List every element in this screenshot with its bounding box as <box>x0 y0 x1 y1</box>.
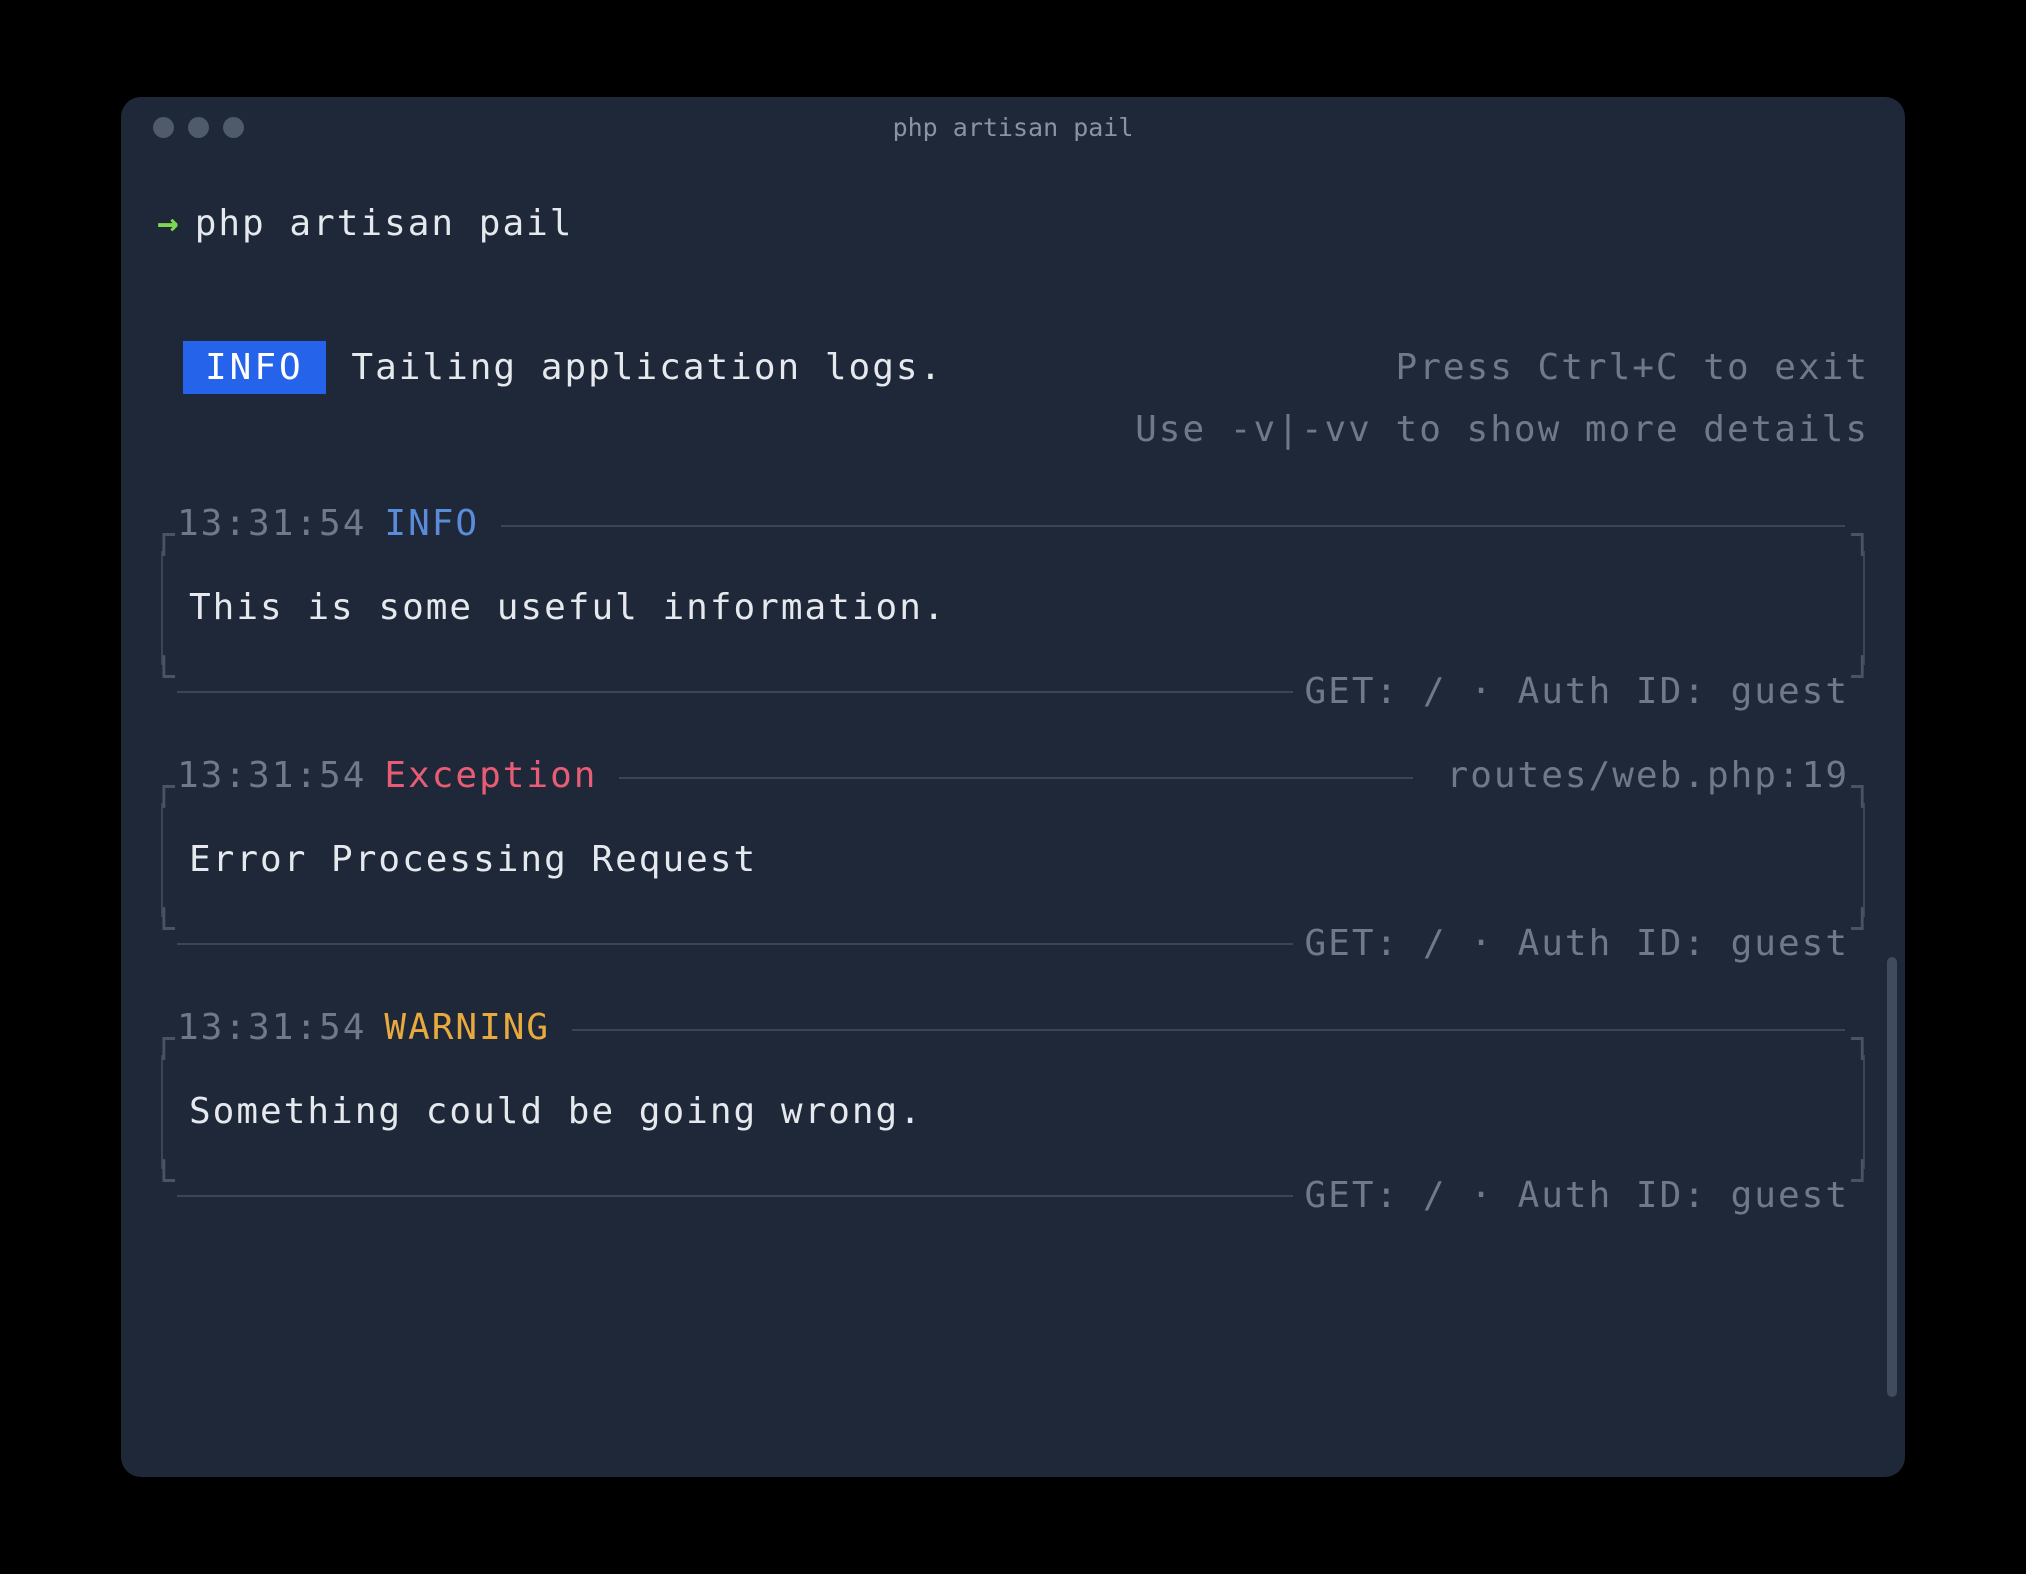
log-request-info: GET: / · Auth ID: guest <box>1305 917 1850 971</box>
prompt-arrow-icon: → <box>157 197 179 251</box>
verbose-hint: Use -v|-vv to show more details <box>157 403 1869 457</box>
log-entry-footer: GET: / · Auth ID: guest <box>157 665 1869 719</box>
log-level: Exception <box>384 749 597 803</box>
window-title: php artisan pail <box>153 113 1873 142</box>
window-controls <box>153 117 244 138</box>
log-entry: 13:31:54 INFO This is some useful inform… <box>157 497 1869 719</box>
log-message: This is some useful information. <box>161 551 1865 665</box>
log-entry-footer: GET: / · Auth ID: guest <box>157 917 1869 971</box>
log-level: WARNING <box>384 1001 550 1055</box>
log-message: Something could be going wrong. <box>161 1055 1865 1169</box>
prompt-command: php artisan pail <box>195 197 574 251</box>
divider-line <box>177 691 1293 693</box>
log-entry: 13:31:54 WARNING Something could be goin… <box>157 1001 1869 1223</box>
log-entry-header: 13:31:54 WARNING <box>157 1001 1869 1055</box>
minimize-control[interactable] <box>188 117 209 138</box>
info-header-row: INFO Tailing application logs. Press Ctr… <box>157 341 1869 395</box>
log-source-location: routes/web.php:19 <box>1447 749 1849 803</box>
divider-line <box>177 1195 1293 1197</box>
title-bar: php artisan pail <box>121 97 1905 157</box>
divider-line <box>619 777 1412 779</box>
log-timestamp: 13:31:54 <box>177 749 366 803</box>
log-timestamp: 13:31:54 <box>177 497 366 551</box>
log-entry-header: 13:31:54 Exception routes/web.php:19 <box>157 749 1869 803</box>
exit-hint: Press Ctrl+C to exit <box>1396 341 1869 395</box>
info-badge: INFO <box>183 341 326 394</box>
info-message: Tailing application logs. <box>351 347 943 388</box>
log-entry: 13:31:54 Exception routes/web.php:19 Err… <box>157 749 1869 971</box>
terminal-window: php artisan pail → php artisan pail INFO… <box>121 97 1905 1477</box>
terminal-body[interactable]: → php artisan pail INFO Tailing applicat… <box>121 157 1905 1477</box>
maximize-control[interactable] <box>223 117 244 138</box>
log-entry-header: 13:31:54 INFO <box>157 497 1869 551</box>
divider-line <box>501 525 1845 527</box>
log-level: INFO <box>384 497 479 551</box>
log-entry-footer: GET: / · Auth ID: guest <box>157 1169 1869 1223</box>
scrollbar[interactable] <box>1887 957 1897 1397</box>
close-control[interactable] <box>153 117 174 138</box>
info-header-left: INFO Tailing application logs. <box>183 341 943 395</box>
divider-line <box>177 943 1293 945</box>
prompt-line: → php artisan pail <box>157 197 1869 251</box>
log-request-info: GET: / · Auth ID: guest <box>1305 1169 1850 1223</box>
log-timestamp: 13:31:54 <box>177 1001 366 1055</box>
divider-line <box>572 1029 1845 1031</box>
log-message: Error Processing Request <box>161 803 1865 917</box>
log-request-info: GET: / · Auth ID: guest <box>1305 665 1850 719</box>
